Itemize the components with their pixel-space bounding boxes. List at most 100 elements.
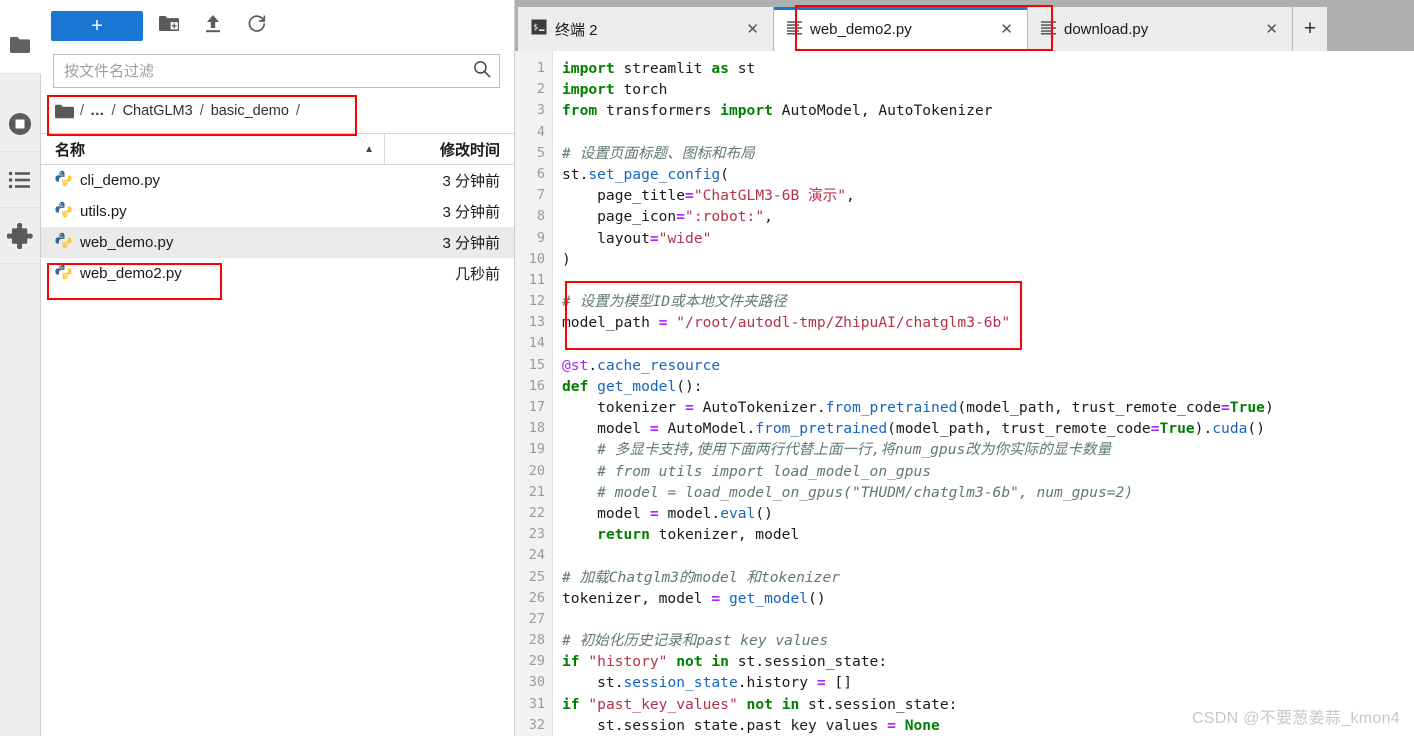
code-token: @st bbox=[562, 356, 589, 374]
code-line[interactable]: @st.cache_resource bbox=[562, 355, 1414, 376]
code-line[interactable]: def get_model(): bbox=[562, 376, 1414, 397]
code-token: ) bbox=[562, 250, 571, 268]
breadcrumb-sep-2: / bbox=[199, 103, 204, 119]
code-line[interactable]: tokenizer = AutoTokenizer.from_pretraine… bbox=[562, 397, 1414, 418]
close-icon[interactable]: ✕ bbox=[1243, 20, 1278, 38]
sidebar-item-extensions[interactable] bbox=[0, 208, 41, 264]
code-token: "past_key_values" bbox=[588, 695, 738, 713]
file-name-cell: web_demo.py bbox=[41, 232, 385, 253]
breadcrumb-item-basic-demo[interactable]: basic_demo bbox=[206, 103, 294, 119]
code-line[interactable]: page_title="ChatGLM3-6B 演示", bbox=[562, 185, 1414, 206]
line-number: 28 bbox=[528, 632, 545, 649]
code-token: = bbox=[816, 674, 826, 692]
code-line[interactable]: if "history" not in st.session_state: bbox=[562, 651, 1414, 672]
code-token: ) bbox=[1264, 399, 1274, 416]
code-line[interactable]: return tokenizer, model bbox=[562, 524, 1414, 545]
line-number: 3 bbox=[536, 102, 545, 119]
new-folder-button[interactable] bbox=[151, 10, 187, 42]
line-number-gutter: 1 2 3 4 5 6 7 8 9 10 11 12 13 14 15 16 17 18 19 20 21 22 23 24 2… bbox=[515, 51, 553, 736]
code-line[interactable]: # model = load_model_on_gpus("THUDM/chat… bbox=[562, 482, 1414, 503]
code-line[interactable]: import streamlit as st bbox=[562, 58, 1414, 79]
code-token: # 设置页面标题、图标和布局 bbox=[562, 144, 755, 162]
code-line[interactable]: # from utils import load_model_on_gpus bbox=[562, 461, 1414, 482]
column-header-modified[interactable]: 修改时间 bbox=[385, 139, 514, 160]
activity-bar-gap bbox=[0, 74, 41, 96]
refresh-button[interactable] bbox=[239, 10, 275, 42]
refresh-icon bbox=[247, 14, 267, 39]
tab-terminal-2[interactable]: $ 终端 2 ✕ bbox=[518, 7, 774, 51]
breadcrumb-item-chatglm3[interactable]: ChatGLM3 bbox=[118, 103, 198, 119]
code-line[interactable]: ) bbox=[562, 249, 1414, 270]
code-token: .history bbox=[737, 674, 817, 692]
code-editor[interactable]: 1 2 3 4 5 6 7 8 9 10 11 12 13 14 15 16 17 18 19 20 21 22 23 24 2… bbox=[515, 51, 1414, 736]
code-line[interactable] bbox=[562, 122, 1414, 143]
code-line[interactable]: model = AutoModel.from_pretrained(model_… bbox=[562, 418, 1414, 439]
code-token: import bbox=[562, 81, 615, 99]
python-file-icon bbox=[55, 263, 72, 284]
code-line[interactable]: # 初始化历史记录和past key values bbox=[562, 630, 1414, 651]
upload-button[interactable] bbox=[195, 10, 231, 42]
code-token: tokenizer bbox=[562, 399, 686, 416]
code-token: st.session_state: bbox=[728, 653, 888, 671]
close-icon[interactable]: ✕ bbox=[978, 20, 1013, 38]
activity-bar-filler bbox=[0, 264, 41, 736]
list-item[interactable]: cli_demo.py 3 分钟前 bbox=[41, 165, 514, 196]
code-token: page_icon bbox=[562, 208, 677, 226]
code-line[interactable]: from transformers import AutoModel, Auto… bbox=[562, 100, 1414, 121]
code-line[interactable]: model_path = "/root/autodl-tmp/ZhipuAI/c… bbox=[562, 312, 1414, 333]
code-line[interactable]: layout="wide" bbox=[562, 228, 1414, 249]
breadcrumb-home-icon[interactable] bbox=[55, 104, 74, 119]
text-editor-icon bbox=[787, 20, 802, 39]
file-filter-box[interactable] bbox=[53, 54, 500, 88]
code-token: model bbox=[562, 420, 650, 438]
code-line[interactable]: tokenizer, model = get_model() bbox=[562, 588, 1414, 609]
code-line[interactable] bbox=[562, 545, 1414, 566]
sidebar-item-running[interactable] bbox=[0, 96, 41, 152]
code-content[interactable]: import streamlit as st import torch from t… bbox=[553, 51, 1414, 736]
upload-icon bbox=[204, 14, 222, 38]
code-token: eval bbox=[720, 504, 756, 522]
code-line[interactable]: st.session_state.history = [] bbox=[562, 672, 1414, 693]
code-line[interactable] bbox=[562, 609, 1414, 630]
code-token: = bbox=[649, 420, 659, 438]
list-item[interactable]: web_demo.py 3 分钟前 bbox=[41, 227, 514, 258]
code-line[interactable]: import torch bbox=[562, 79, 1414, 100]
csdn-watermark: CSDN @不要葱姜蒜_kmon4 bbox=[1191, 710, 1400, 727]
sidebar-item-file-browser[interactable] bbox=[0, 16, 41, 74]
line-number: 4 bbox=[536, 123, 545, 140]
code-token: () bbox=[1247, 420, 1265, 438]
new-launcher-button[interactable]: + bbox=[51, 11, 143, 41]
code-token: "/root/autodl-tmp/ZhipuAI/chatglm3-6b" bbox=[676, 314, 1011, 332]
list-item[interactable]: web_demo2.py 几秒前 bbox=[41, 258, 514, 289]
sidebar-item-commands[interactable] bbox=[0, 152, 41, 208]
python-file-icon bbox=[55, 170, 72, 191]
tab-web-demo2-py[interactable]: web_demo2.py ✕ bbox=[774, 7, 1028, 51]
tab-label: download.py bbox=[1064, 20, 1149, 38]
new-tab-button[interactable]: + bbox=[1293, 7, 1327, 51]
breadcrumb-ellipsis[interactable]: … bbox=[86, 103, 110, 119]
code-line[interactable]: # 多显卡支持,使用下面两行代替上面一行,将num_gpus改为你实际的显卡数量 bbox=[562, 439, 1414, 460]
code-line[interactable]: model = model.eval() bbox=[562, 503, 1414, 524]
line-number: 1 bbox=[536, 60, 545, 76]
line-number: 26 bbox=[528, 589, 545, 606]
line-number: 19 bbox=[528, 441, 545, 458]
code-line[interactable]: page_icon=":robot:", bbox=[562, 206, 1414, 227]
code-line[interactable] bbox=[562, 270, 1414, 291]
search-input[interactable] bbox=[64, 62, 473, 80]
column-header-name[interactable]: 名称 ▲ bbox=[41, 134, 385, 164]
code-token: = bbox=[1221, 399, 1230, 416]
code-line[interactable]: # 设置页面标题、图标和布局 bbox=[562, 143, 1414, 164]
code-token: torch bbox=[614, 81, 668, 99]
code-line[interactable]: # 设置为模型ID或本地文件夹路径 bbox=[562, 291, 1414, 312]
search-icon[interactable] bbox=[473, 60, 491, 83]
code-token: from_pretrained bbox=[755, 420, 888, 438]
tab-download-py[interactable]: download.py ✕ bbox=[1028, 7, 1293, 51]
code-line[interactable]: # 加载Chatglm3的model 和tokenizer bbox=[562, 567, 1414, 588]
list-item[interactable]: utils.py 3 分钟前 bbox=[41, 196, 514, 227]
close-icon[interactable]: ✕ bbox=[724, 20, 759, 38]
running-icon bbox=[7, 111, 33, 137]
file-name-cell: web_demo2.py bbox=[41, 263, 385, 284]
code-line[interactable] bbox=[562, 333, 1414, 354]
line-number: 16 bbox=[528, 377, 545, 394]
code-line[interactable]: st.set_page_config( bbox=[562, 164, 1414, 185]
